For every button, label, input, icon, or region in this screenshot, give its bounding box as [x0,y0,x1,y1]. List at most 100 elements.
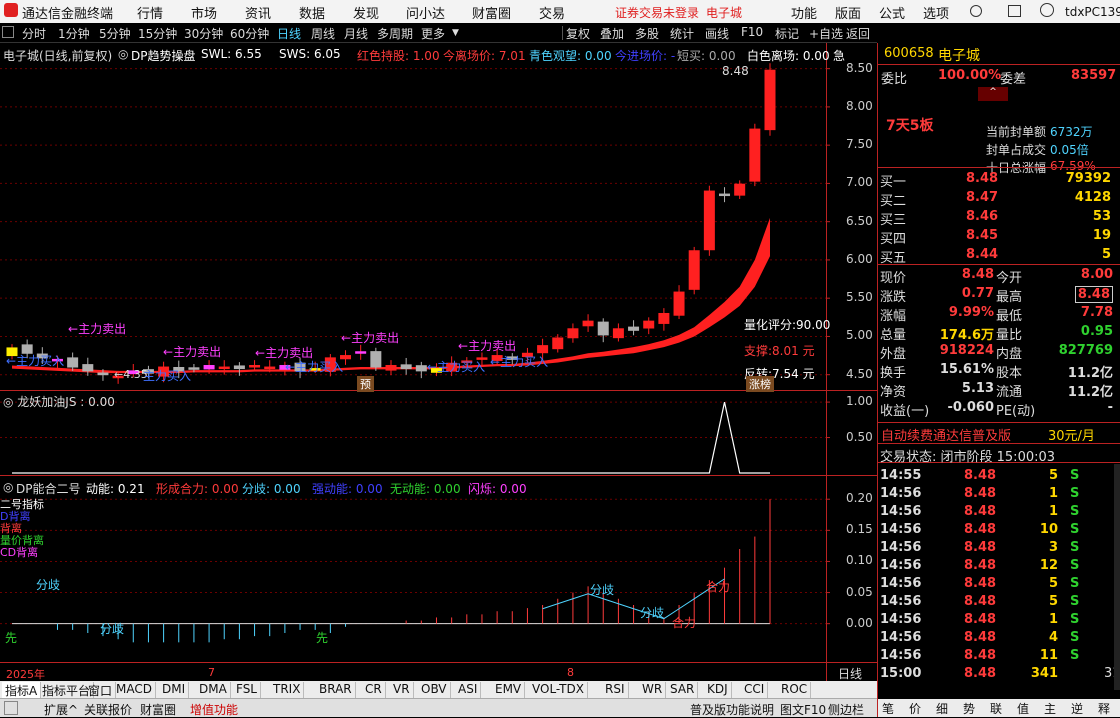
menu-shichang[interactable]: 市场 [191,3,217,22]
indicator-tab[interactable]: SAR [667,682,699,698]
sub2-annotation: 分歧 [640,606,665,620]
action-back[interactable]: 返回 [846,25,870,42]
indicator-tab[interactable]: BRAR [316,682,356,698]
period-15min[interactable]: 15分钟 [138,25,177,42]
indicator-tab[interactable]: DMA [196,682,231,698]
period-5min[interactable]: 5分钟 [99,25,131,42]
indicator-tab[interactable]: MACD [113,682,156,698]
panel-tab[interactable]: 值 [1017,700,1029,717]
period-monthly[interactable]: 月线 [344,25,368,42]
period-fenshi[interactable]: 分时 [22,25,46,42]
y-tick-label: 5.00 [846,328,873,343]
tick-list[interactable]: 14:55 8.48 5 S 14:56 8.48 1 S 14:56 8.48 1 S 14:56 8.… [878,464,1120,690]
sub1-title[interactable]: ◎ 龙妖加油JS : 0.00 [3,393,115,410]
login-status[interactable]: 证券交易未登录 [615,4,699,21]
indicator-tab[interactable]: DMI [159,682,190,698]
action-f10[interactable]: F10 [741,25,763,39]
menu-banmian[interactable]: 版面 [835,3,861,22]
collapse-up-icon[interactable]: ^ [978,87,1008,101]
tick-scrollbar[interactable] [1114,464,1120,690]
status-item[interactable]: 扩展^ [44,701,78,718]
y-tick-label: 0.15 [846,522,873,537]
y-tick-label: 6.50 [846,213,873,228]
main-indicator-name[interactable]: DP趋势操盘 [131,47,195,64]
indicator-tab[interactable]: OBV [418,682,451,698]
indicator-tab[interactable]: CCI [741,682,769,698]
indicator-tab[interactable]: RSI [602,682,629,698]
menu-gongshi[interactable]: 公式 [879,3,905,22]
panel-tab[interactable]: 逆 [1071,700,1083,717]
collapse-main-icon[interactable]: ◎ [118,47,128,61]
indicator-tab[interactable]: VR [390,682,414,698]
action-tongji[interactable]: 统计 [670,25,694,42]
indicator-tab[interactable]: WR [639,682,667,698]
collapse-icon[interactable] [2,26,14,38]
indicator-tab[interactable]: ROC [778,682,812,698]
indicator-tab[interactable]: 指标A [2,682,42,698]
action-biaoji[interactable]: 标记 [775,25,799,42]
panel-tab[interactable]: 联 [990,700,1002,717]
indicator-tab[interactable]: FSL [233,682,261,698]
period-1min[interactable]: 1分钟 [58,25,90,42]
menu-xuanxiang[interactable]: 选项 [923,3,949,22]
action-fuquan[interactable]: 复权 [566,25,590,42]
action-diejia[interactable]: 叠加 [600,25,624,42]
menu-faxian[interactable]: 发现 [353,3,379,22]
status-item[interactable]: 关联报价 [84,701,132,718]
status-item[interactable]: 财富圈 [140,701,176,718]
period-multi[interactable]: 多周期 [377,25,413,42]
panel-tab[interactable]: 释 [1098,700,1110,717]
panel-tab[interactable]: 笔 [882,700,894,717]
status-right-item[interactable]: 图文F10 [780,701,826,718]
action-add-watchlist[interactable]: +自选 [809,25,843,42]
title-stock-name: 电子城 [706,6,743,20]
menu-shuju[interactable]: 数据 [299,3,325,22]
indicator-param: SWS: 6.05 [279,47,341,61]
panel-tab[interactable]: 势 [963,700,975,717]
action-duogu[interactable]: 多股 [635,25,659,42]
period-weekly[interactable]: 周线 [311,25,335,42]
menu-hangqing[interactable]: 行情 [137,3,163,22]
status-right-item[interactable]: 侧边栏 [828,701,864,718]
menu-caifuquan[interactable]: 财富圈 [472,3,511,22]
sub2-annotation: 先 [5,631,18,645]
sub2-title[interactable]: DP能合二号 [16,480,80,497]
menu-gongneng[interactable]: 功能 [791,3,817,22]
action-huaxian[interactable]: 画线 [705,25,729,42]
indicator-tab[interactable]: CR [362,682,386,698]
quote-value: 827769 [1058,343,1113,358]
sub2-collapse-icon[interactable]: ◎ [3,480,13,494]
bell-icon[interactable] [1040,3,1054,17]
ad-text[interactable]: 自动续费通达信普及版 [881,425,1011,444]
period-60min[interactable]: 60分钟 [230,25,269,42]
quote-label: 换手 [880,366,907,381]
screen-icon[interactable] [1008,5,1021,17]
indicator-tab[interactable]: EMV [492,682,526,698]
chart-area[interactable]: 电子城(日线,前复权) ◎ DP趋势操盘 SWL: 6.55 SWS: 6.05 红… [0,43,877,681]
menu-jiaoyi[interactable]: 交易 [539,3,565,22]
status-icon[interactable] [4,701,18,715]
period-30min[interactable]: 30分钟 [184,25,223,42]
status-right-item[interactable]: 普及版功能说明 [690,701,774,718]
period-more[interactable]: 更多 [421,25,445,42]
indicator-tab[interactable]: ASI [455,682,482,698]
panel-tab[interactable]: 主 [1044,700,1056,717]
status-item[interactable]: 增值功能 [190,701,238,718]
ad-banner[interactable]: 自动续费通达信普及版 30元/月 [878,422,1120,444]
tick-price: 8.48 [964,504,997,519]
indicator-tab[interactable]: 窗口 [85,682,117,698]
ad-price[interactable]: 30元/月 [1048,425,1095,444]
panel-tab[interactable]: 细 [936,700,948,717]
help-icon[interactable] [970,5,982,17]
period-daily[interactable]: 日线 [277,25,301,42]
more-arrow-icon[interactable]: ▼ [452,28,459,38]
indicator-tab[interactable]: VOL-TDX [529,682,588,698]
menu-zixun[interactable]: 资讯 [245,3,271,22]
menu-wenxiaoda[interactable]: 问小达 [406,3,445,22]
panel-tab[interactable]: 价 [909,700,921,717]
sell-annotation-4: ←主力卖出 [255,346,314,360]
indicator-tab[interactable]: TRIX [270,682,305,698]
sub2-annotation: 合力 [706,580,731,594]
indicator-tab[interactable]: KDJ [704,682,732,698]
bid-label: 买二 [880,194,907,209]
